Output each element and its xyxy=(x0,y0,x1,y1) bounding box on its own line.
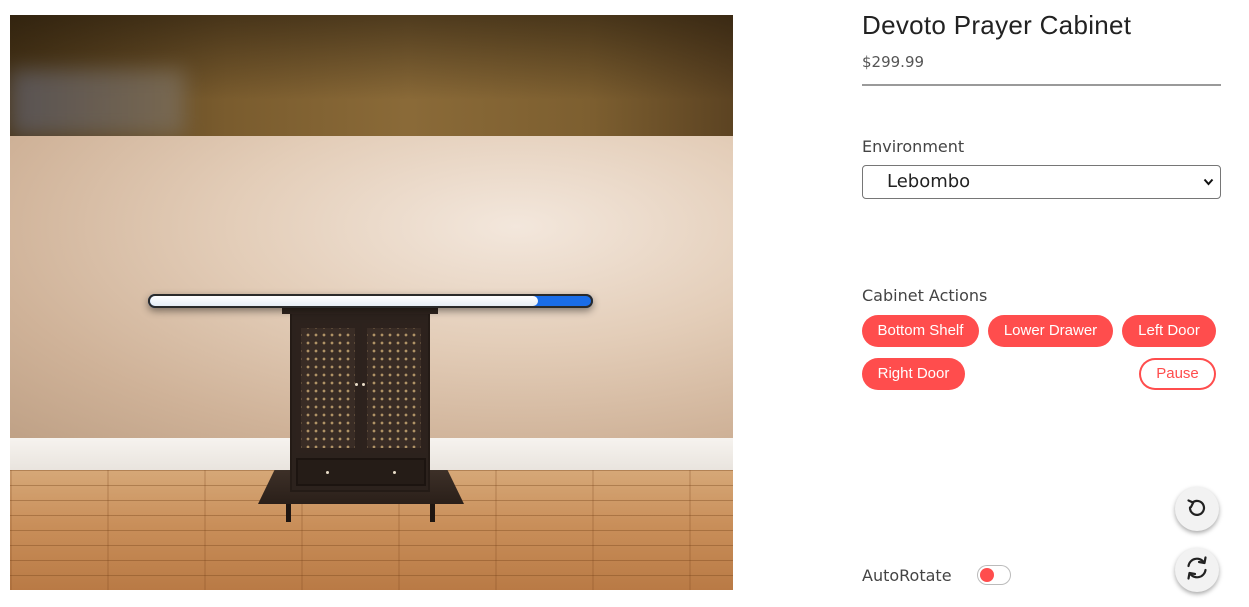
environment-selected-value: Lebombo xyxy=(887,171,971,192)
loading-progress-bar xyxy=(148,294,593,308)
rotate-view-button[interactable] xyxy=(1175,548,1219,592)
bottom-shelf-button[interactable]: Bottom Shelf xyxy=(862,315,979,347)
cabinet-leg xyxy=(430,504,435,522)
lower-drawer-button[interactable]: Lower Drawer xyxy=(988,315,1113,347)
cabinet-actions-label: Cabinet Actions xyxy=(862,286,988,305)
product-price: $299.99 xyxy=(862,53,925,71)
toggle-thumb xyxy=(980,568,994,582)
autorotate-toggle[interactable] xyxy=(977,565,1011,585)
cabinet-leg xyxy=(286,504,291,522)
drawer-knob xyxy=(326,471,329,474)
cabinet-left-door xyxy=(296,323,360,453)
3d-viewer[interactable] xyxy=(10,15,733,590)
undo-icon xyxy=(1184,494,1210,524)
reset-view-button[interactable] xyxy=(1175,487,1219,531)
drawer-knob xyxy=(393,471,396,474)
door-knob xyxy=(362,383,365,386)
refresh-icon xyxy=(1183,554,1211,586)
door-knob xyxy=(355,383,358,386)
loading-progress-fill xyxy=(150,296,538,306)
cabinet-right-door xyxy=(362,323,426,453)
right-door-button[interactable]: Right Door xyxy=(862,358,965,390)
environment-label: Environment xyxy=(862,137,965,156)
environment-select[interactable]: Lebombo xyxy=(862,165,1221,199)
left-door-button[interactable]: Left Door xyxy=(1122,315,1216,347)
chevron-down-icon xyxy=(1203,166,1214,211)
product-title: Devoto Prayer Cabinet xyxy=(862,10,1132,40)
autorotate-label: AutoRotate xyxy=(862,566,952,585)
cabinet-drawer xyxy=(296,458,426,486)
divider xyxy=(862,84,1221,86)
scene-blur-object xyxy=(10,70,185,136)
pause-button[interactable]: Pause xyxy=(1139,358,1216,390)
